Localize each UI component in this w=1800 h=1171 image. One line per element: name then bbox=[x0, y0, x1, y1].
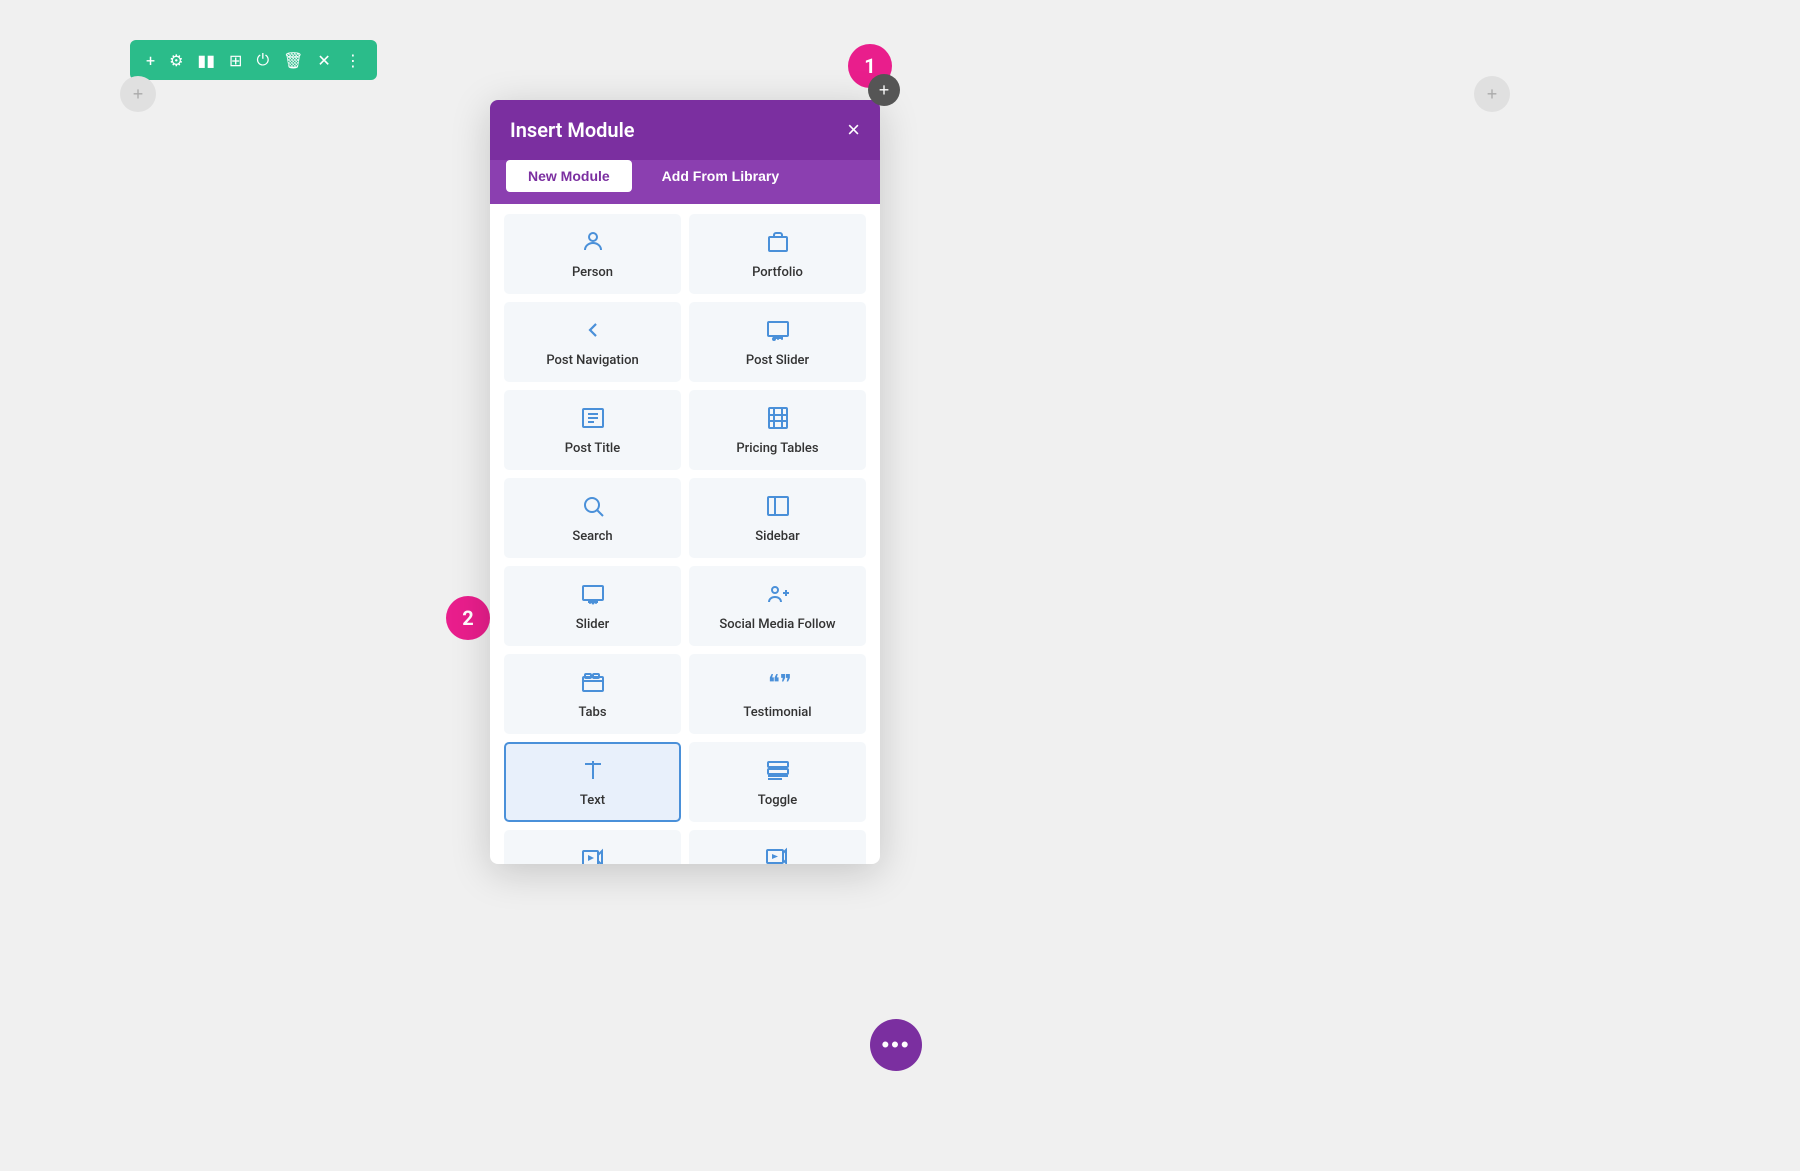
module-item-toggle[interactable]: Toggle bbox=[689, 742, 866, 822]
plus-icon-left: + bbox=[133, 84, 144, 105]
video-icon bbox=[581, 846, 605, 864]
dots-icon: ••• bbox=[881, 1032, 910, 1058]
modal-tabs: New Module Add From Library bbox=[490, 160, 880, 204]
modal-top-plus-icon: + bbox=[879, 80, 890, 101]
module-item-video[interactable]: Video bbox=[504, 830, 681, 864]
toolbar-close-icon[interactable]: ✕ bbox=[317, 51, 330, 70]
modal-title: Insert Module bbox=[510, 118, 635, 142]
modal-top-plus-button[interactable]: + bbox=[868, 74, 900, 106]
text-icon bbox=[581, 758, 605, 787]
module-item-portfolio[interactable]: Portfolio bbox=[689, 214, 866, 294]
module-label-portfolio: Portfolio bbox=[752, 265, 803, 280]
step-badge-2: 2 bbox=[446, 596, 490, 640]
module-item-slider[interactable]: Slider bbox=[504, 566, 681, 646]
modal-close-button[interactable]: × bbox=[847, 119, 860, 141]
toolbar-more-icon[interactable]: ⋮ bbox=[345, 51, 361, 70]
plus-icon-right: + bbox=[1487, 84, 1498, 105]
module-item-post-title[interactable]: Post Title bbox=[504, 390, 681, 470]
module-label-testimonial: Testimonial bbox=[743, 705, 811, 720]
module-label-tabs: Tabs bbox=[578, 705, 606, 720]
module-label-pricing-tables: Pricing Tables bbox=[736, 441, 818, 456]
tab-new-module[interactable]: New Module bbox=[506, 160, 632, 192]
insert-module-modal: Insert Module × New Module Add From Libr… bbox=[490, 100, 880, 864]
toolbar-settings-icon[interactable]: ⚙ bbox=[169, 51, 183, 70]
module-item-sidebar[interactable]: Sidebar bbox=[689, 478, 866, 558]
toolbar-clone-icon[interactable]: ▮▮ bbox=[197, 51, 215, 70]
editor-toolbar[interactable]: + ⚙ ▮▮ ⊞ ⏻ 🗑 ✕ ⋮ bbox=[130, 40, 377, 80]
module-item-search[interactable]: Search bbox=[504, 478, 681, 558]
module-label-post-title: Post Title bbox=[565, 441, 620, 456]
module-item-post-slider[interactable]: Post Slider bbox=[689, 302, 866, 382]
plus-button-left[interactable]: + bbox=[120, 76, 156, 112]
search-icon bbox=[581, 494, 605, 523]
tabs-icon bbox=[581, 670, 605, 699]
portfolio-icon bbox=[766, 230, 790, 259]
toolbar-power-icon[interactable]: ⏻ bbox=[256, 50, 269, 70]
module-item-video-slider[interactable]: Video Slider bbox=[689, 830, 866, 864]
social-media-follow-icon bbox=[766, 582, 790, 611]
person-icon bbox=[581, 230, 605, 259]
video-slider-icon bbox=[766, 846, 790, 864]
modal-header: Insert Module × bbox=[490, 100, 880, 160]
module-item-testimonial[interactable]: ❝❞ Testimonial bbox=[689, 654, 866, 734]
tab-add-from-library[interactable]: Add From Library bbox=[640, 160, 801, 192]
bottom-dots-button[interactable]: ••• bbox=[870, 1019, 922, 1071]
module-label-person: Person bbox=[572, 265, 613, 280]
module-item-tabs[interactable]: Tabs bbox=[504, 654, 681, 734]
module-item-social-media-follow[interactable]: Social Media Follow bbox=[689, 566, 866, 646]
plus-button-right[interactable]: + bbox=[1474, 76, 1510, 112]
module-label-toggle: Toggle bbox=[758, 793, 797, 808]
module-label-slider: Slider bbox=[576, 617, 609, 632]
toolbar-grid-icon[interactable]: ⊞ bbox=[229, 51, 242, 70]
module-label-post-slider: Post Slider bbox=[746, 353, 809, 368]
sidebar-icon bbox=[766, 494, 790, 523]
module-item-post-navigation[interactable]: Post Navigation bbox=[504, 302, 681, 382]
module-item-person[interactable]: Person bbox=[504, 214, 681, 294]
post-slider-icon bbox=[766, 318, 790, 347]
toolbar-add-icon[interactable]: + bbox=[146, 51, 155, 70]
testimonial-icon: ❝❞ bbox=[766, 670, 790, 699]
post-title-icon bbox=[581, 406, 605, 435]
module-item-text[interactable]: Text bbox=[504, 742, 681, 822]
svg-text:❝❞: ❝❞ bbox=[768, 670, 790, 694]
module-grid: Person Portfolio Post Navigation Post Sl… bbox=[490, 204, 880, 864]
module-label-search: Search bbox=[572, 529, 612, 544]
toggle-icon bbox=[766, 758, 790, 787]
post-navigation-icon bbox=[581, 318, 605, 347]
toolbar-delete-icon[interactable]: 🗑 bbox=[283, 51, 303, 70]
slider-icon bbox=[581, 582, 605, 611]
module-label-social-media-follow: Social Media Follow bbox=[719, 617, 835, 632]
module-label-post-navigation: Post Navigation bbox=[546, 353, 638, 368]
module-label-sidebar: Sidebar bbox=[755, 529, 799, 544]
module-label-text: Text bbox=[580, 793, 605, 808]
module-item-pricing-tables[interactable]: Pricing Tables bbox=[689, 390, 866, 470]
pricing-tables-icon bbox=[766, 406, 790, 435]
